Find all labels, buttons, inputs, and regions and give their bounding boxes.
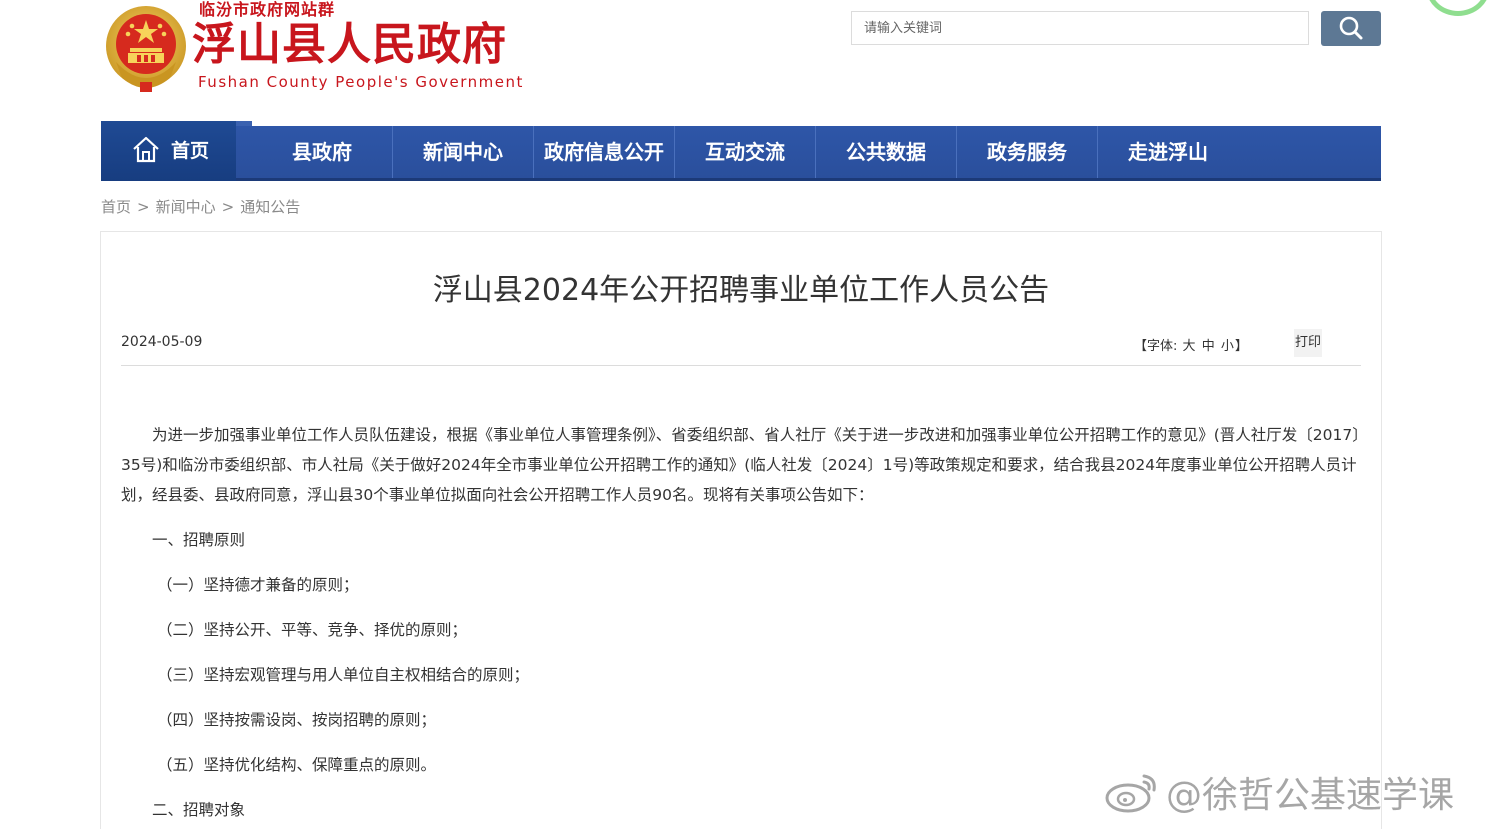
font-label-suffix: 】 <box>1234 339 1248 354</box>
print-button[interactable]: 打印 <box>1294 329 1322 357</box>
nav-item-about-fushan[interactable]: 走进浮山 <box>1098 126 1238 178</box>
article-paragraph: （二）坚持公开、平等、竞争、择优的原则； <box>157 621 468 639</box>
search-box <box>851 11 1309 45</box>
article-intro: 为进一步加强事业单位工作人员队伍建设，根据《事业单位人事管理条例》、省委组织部、… <box>121 426 1360 504</box>
breadcrumb-home[interactable]: 首页 <box>101 198 131 216</box>
floating-widget[interactable] <box>1426 0 1490 16</box>
font-large-button[interactable]: 大 <box>1183 339 1196 354</box>
breadcrumb-separator: > <box>221 198 235 216</box>
nav-home-label: 首页 <box>171 139 210 162</box>
article-title: 浮山县2024年公开招聘事业单位工作人员公告 <box>432 273 1050 308</box>
breadcrumb-news[interactable]: 新闻中心 <box>156 198 216 216</box>
section-heading: 一、招聘原则 <box>152 531 246 549</box>
site-group-label: 临汾市政府网站群 <box>199 0 336 19</box>
search-icon <box>1339 16 1363 40</box>
home-icon <box>133 136 159 163</box>
breadcrumb-separator: > <box>137 198 150 216</box>
weibo-icon <box>1105 774 1156 813</box>
nav-item-interaction[interactable]: 互动交流 <box>675 126 815 178</box>
article-paragraph: （一）坚持德才兼备的原则； <box>157 576 359 594</box>
nav-home-tab <box>236 121 252 126</box>
watermark-text: @徐哲公基速学课 <box>1166 775 1455 816</box>
nav-item-government-info[interactable]: 政府信息公开 <box>534 126 674 178</box>
breadcrumb: 首页 > 新闻中心 > 通知公告 <box>101 196 300 217</box>
page: 临汾市政府网站群 浮山县人民政府 Fushan County People's … <box>0 0 1490 829</box>
site-title[interactable]: 浮山县人民政府 <box>192 18 507 72</box>
nav-item-public-data[interactable]: 公共数据 <box>816 126 956 178</box>
font-label-prefix: 【字体: <box>1134 339 1178 354</box>
article-paragraph: （四）坚持按需设岗、按岗招聘的原则； <box>157 711 437 729</box>
article-date: 2024-05-09 <box>121 334 203 350</box>
search-input[interactable] <box>852 12 1308 44</box>
national-emblem-icon <box>106 6 186 92</box>
font-small-button[interactable]: 小 <box>1221 339 1234 354</box>
breadcrumb-current[interactable]: 通知公告 <box>240 198 300 216</box>
font-medium-button[interactable]: 中 <box>1202 339 1215 354</box>
nav-item-news-center[interactable]: 新闻中心 <box>393 126 533 178</box>
nav-item-government-services[interactable]: 政务服务 <box>957 126 1097 178</box>
article-paragraph: （三）坚持宏观管理与用人单位自主权相结合的原则； <box>157 666 530 684</box>
article-divider <box>121 365 1361 366</box>
nav-item-county-government[interactable]: 县政府 <box>252 126 392 178</box>
watermark: @徐哲公基速学课 <box>1104 766 1454 818</box>
site-title-en: Fushan County People's Government <box>198 73 524 91</box>
font-size-control: 【字体: 大 中 小】 <box>1134 335 1248 354</box>
search-button[interactable] <box>1321 11 1381 46</box>
nav-home[interactable]: 首页 <box>101 121 236 181</box>
